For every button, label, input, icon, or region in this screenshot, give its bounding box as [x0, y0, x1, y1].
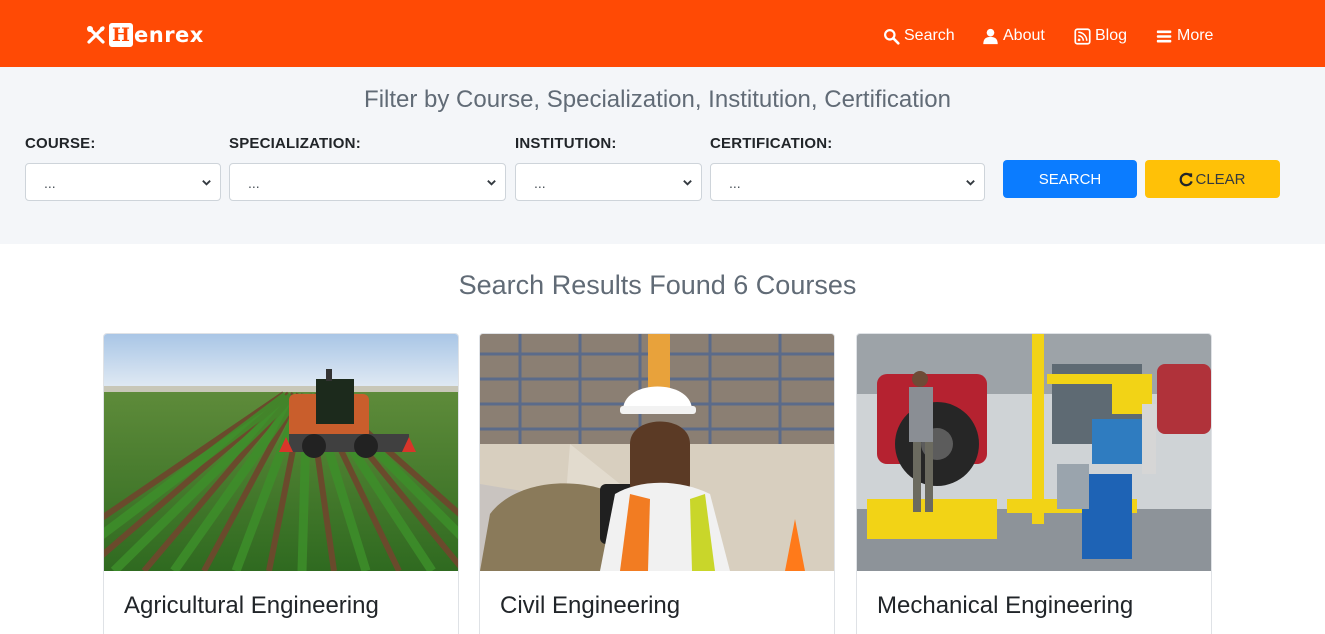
course-label: COURSE: — [25, 135, 96, 152]
rss-icon — [1074, 27, 1091, 45]
course-image[interactable] — [104, 334, 458, 571]
chevron-down-icon — [202, 180, 211, 186]
certification-select-value: ... — [729, 175, 741, 191]
institution-select[interactable]: ... — [515, 163, 702, 201]
top-navbar: H enrex Search About Blog More — [0, 0, 1325, 67]
clear-button-label: CLEAR — [1195, 170, 1246, 188]
brand-letter: H — [109, 23, 133, 47]
chevron-down-icon — [683, 180, 692, 186]
nav-about-label: About — [1003, 27, 1045, 44]
course-image[interactable] — [857, 334, 1211, 571]
specialization-label: SPECIALIZATION: — [229, 135, 361, 152]
specialization-select-value: ... — [248, 175, 260, 191]
search-icon — [884, 28, 900, 45]
nav-about[interactable]: About — [982, 24, 1045, 48]
course-card[interactable]: Civil Engineering — [479, 333, 835, 634]
institution-select-value: ... — [534, 175, 546, 191]
course-title[interactable]: Agricultural Engineering — [124, 592, 379, 620]
tools-icon — [87, 26, 105, 44]
certification-label: CERTIFICATION: — [710, 135, 833, 152]
chevron-down-icon — [966, 180, 975, 186]
course-image[interactable] — [480, 334, 834, 571]
institution-label: INSTITUTION: — [515, 135, 617, 152]
results-title: Search Results Found 6 Courses — [458, 270, 857, 300]
course-select-value: ... — [44, 175, 56, 191]
course-select[interactable]: ... — [25, 163, 221, 201]
filter-title: Filter by Course, Specialization, Instit… — [364, 86, 951, 113]
nav-more-label: More — [1177, 27, 1214, 44]
refresh-icon — [1180, 172, 1194, 186]
search-button[interactable]: SEARCH — [1003, 160, 1137, 198]
course-title[interactable]: Civil Engineering — [500, 592, 680, 620]
course-card[interactable]: Agricultural Engineering — [103, 333, 459, 634]
certification-select[interactable]: ... — [710, 163, 985, 201]
nav-search[interactable]: Search — [883, 24, 955, 48]
specialization-select[interactable]: ... — [229, 163, 506, 201]
nav-more[interactable]: More — [1156, 24, 1213, 48]
user-icon — [983, 28, 998, 44]
brand-name: enrex — [134, 23, 204, 47]
course-card[interactable]: Mechanical Engineering — [856, 333, 1212, 634]
filter-panel: Filter by Course, Specialization, Instit… — [0, 67, 1325, 244]
nav-blog[interactable]: Blog — [1074, 24, 1127, 48]
brand-logo[interactable]: H enrex — [86, 22, 204, 48]
chevron-down-icon — [487, 180, 496, 186]
clear-button[interactable]: CLEAR — [1145, 160, 1280, 198]
menu-icon — [1156, 30, 1172, 42]
nav-search-label: Search — [904, 27, 955, 44]
course-title[interactable]: Mechanical Engineering — [877, 592, 1133, 620]
nav-blog-label: Blog — [1095, 27, 1128, 44]
